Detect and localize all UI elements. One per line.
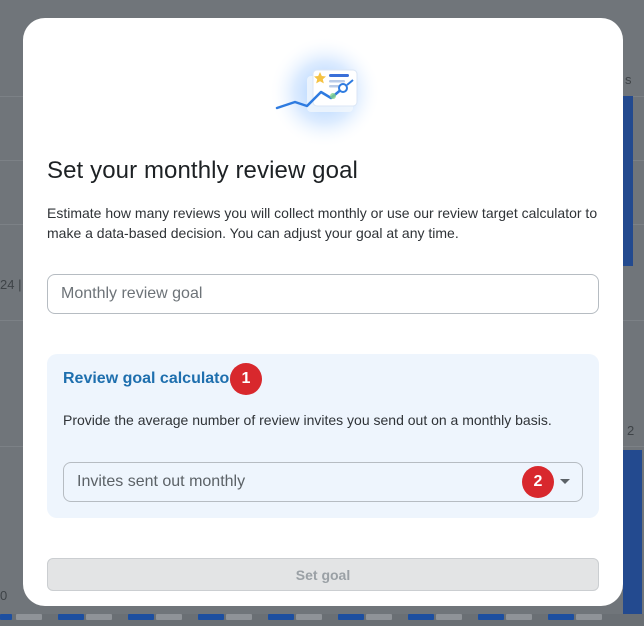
calculator-title: Review goal calculator <box>63 370 236 387</box>
background-bar <box>623 450 642 614</box>
background-text: 0 <box>0 588 8 603</box>
background-text: 2 <box>627 423 635 438</box>
step-marker-2: 2 <box>522 466 554 498</box>
background-segment <box>58 614 84 620</box>
calculator-description: Provide the average number of review inv… <box>63 412 552 428</box>
background-segment <box>506 614 532 620</box>
review-goal-modal: Set your monthly review goal Estimate ho… <box>23 18 623 606</box>
monthly-review-goal-placeholder: Monthly review goal <box>61 285 203 302</box>
background-segment <box>0 614 12 620</box>
chevron-down-icon[interactable] <box>560 479 570 484</box>
background-text: s <box>625 72 632 87</box>
background-segment <box>156 614 182 620</box>
background-footer-strip <box>0 614 644 626</box>
background-segment <box>198 614 224 620</box>
monthly-review-goal-input[interactable]: Monthly review goal <box>47 274 599 314</box>
background-segment <box>366 614 392 620</box>
modal-title: Set your monthly review goal <box>47 157 358 184</box>
invites-select-placeholder: Invites sent out monthly <box>77 473 246 490</box>
background-bar <box>623 96 633 266</box>
modal-description: Estimate how many reviews you will colle… <box>47 205 598 241</box>
set-goal-button[interactable]: Set goal <box>47 558 599 591</box>
background-segment <box>478 614 504 620</box>
background-segment <box>16 614 42 620</box>
background-segment <box>226 614 252 620</box>
background-segment <box>576 614 602 620</box>
background-segment <box>338 614 364 620</box>
background-segment <box>86 614 112 620</box>
review-goal-calculator-panel: Review goal calculator 1 Provide the ave… <box>47 354 599 518</box>
invites-sent-monthly-select[interactable]: Invites sent out monthly 2 <box>63 462 583 502</box>
background-segment <box>436 614 462 620</box>
step-marker-1: 1 <box>230 363 262 395</box>
background-segment <box>268 614 294 620</box>
background-segment <box>128 614 154 620</box>
chart-growth-illustration <box>269 36 381 148</box>
background-segment <box>296 614 322 620</box>
background-segment <box>408 614 434 620</box>
background-segment <box>548 614 574 620</box>
